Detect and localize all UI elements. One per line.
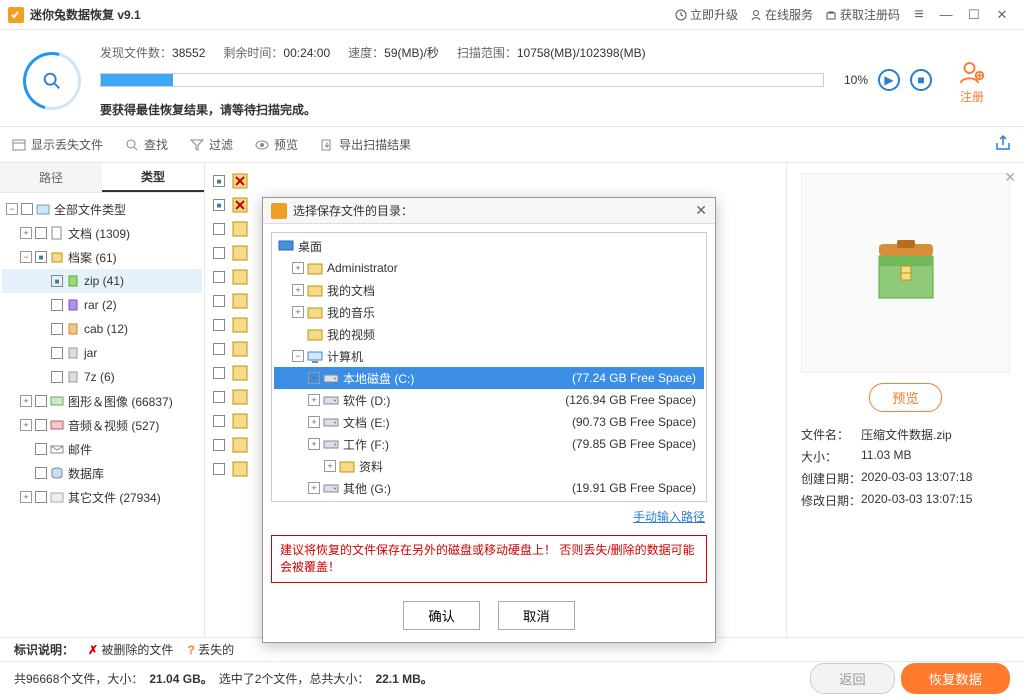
scan-progress-icon [23,52,81,110]
left-panel: 路径 类型 −全部文件类型 +文档 (1309) −档案 (61) zip (4… [0,163,205,637]
dir-drive[interactable]: +文档 (E:)(90.73 GB Free Space) [274,411,704,433]
file-size: 11.03 MB [861,448,911,465]
tree-7z[interactable]: 7z (6) [2,365,202,389]
dir-drive[interactable]: +本地磁盘 (C:)(77.24 GB Free Space) [274,367,704,389]
list-item[interactable] [213,313,261,337]
toolbar: 显示丢失文件 查找 过滤 预览 导出扫描结果 [0,127,1024,163]
type-tree: −全部文件类型 +文档 (1309) −档案 (61) zip (41) rar… [0,193,204,637]
scan-percent: 10% [834,73,868,87]
dir-music[interactable]: +我的音乐 [274,301,704,323]
recover-button[interactable]: 恢复数据 [901,663,1010,694]
tab-type[interactable]: 类型 [102,163,204,192]
save-dir-dialog: 选择保存文件的目录： ✕ 桌面 +Administrator +我的文档 +我的… [262,197,716,643]
tree-audio[interactable]: +音频＆视频 (527) [2,413,202,437]
stop-button[interactable]: ■ [910,69,932,91]
tree-zip[interactable]: zip (41) [2,269,202,293]
dialog-cancel-button[interactable]: 取消 [498,601,575,630]
warning-box: 建议将恢复的文件保存在另外的磁盘或移动硬盘上！ 否则丢失/删除的数据可能会被覆盖… [271,535,707,583]
list-item[interactable] [213,265,261,289]
dir-admin[interactable]: +Administrator [274,257,704,279]
dir-video[interactable]: 我的视频 [274,323,704,345]
tree-rar[interactable]: rar (2) [2,293,202,317]
online-service-link[interactable]: 在线服务 [750,6,813,23]
scan-progress-bar [100,73,824,87]
file-name: 压缩文件数据.zip [861,426,952,443]
dialog-icon [271,203,287,219]
scan-message: 要获得最佳恢复结果，请等待扫描完成。 [100,101,932,118]
magnifier-icon [41,70,63,92]
scan-stats: 发现文件数：38552 剩余时间：00:24:00 速度：59(MB)/秒 扫描… [100,44,932,61]
play-button[interactable]: ▶ [878,69,900,91]
list-item[interactable] [213,409,261,433]
tree-archive[interactable]: −档案 (61) [2,245,202,269]
minimize-button[interactable]: — [932,7,960,22]
file-ctime: 2020-03-03 13:07:18 [861,470,972,487]
statusbar: 共96668个文件，大小：21.04 GB。 选中了2个文件，总共大小：22.1… [0,661,1024,695]
app-title: 迷你兔数据恢复 v9.1 [30,6,141,23]
tree-mail[interactable]: 邮件 [2,437,202,461]
back-button[interactable]: 返回 [810,663,895,694]
preview-tool-button[interactable]: 预览 [255,136,298,153]
dir-folder[interactable]: +资料 [274,455,704,477]
tree-jar[interactable]: jar [2,341,202,365]
register-button[interactable]: 注册 [932,44,1012,118]
list-item[interactable] [213,217,261,241]
upgrade-link[interactable]: 立即升级 [675,6,738,23]
tree-doc[interactable]: +文档 (1309) [2,221,202,245]
dialog-title: 选择保存文件的目录： [293,202,413,219]
tree-all[interactable]: −全部文件类型 [2,197,202,221]
file-mtime: 2020-03-03 13:07:15 [861,492,972,509]
tree-other[interactable]: +其它文件 (27934) [2,485,202,509]
dialog-close-icon[interactable]: ✕ [695,202,707,219]
list-item[interactable] [213,289,261,313]
list-item[interactable] [213,361,261,385]
dir-drive[interactable]: +其他 (G:)(19.91 GB Free Space) [274,477,704,499]
close-button[interactable]: ✕ [988,7,1016,23]
find-button[interactable]: 查找 [125,136,168,153]
list-item[interactable] [213,433,261,457]
app-icon [8,7,24,23]
dir-computer[interactable]: −计算机 [274,345,704,367]
lost-mark-icon: ? [187,643,194,657]
preview-button[interactable]: 预览 [869,383,942,412]
scan-panel: 发现文件数：38552 剩余时间：00:24:00 速度：59(MB)/秒 扫描… [0,30,1024,127]
deleted-mark-icon: ✗ [88,643,98,657]
dialog-ok-button[interactable]: 确认 [403,601,480,630]
tree-image[interactable]: +图形＆图像 (66837) [2,389,202,413]
export-button[interactable]: 导出扫描结果 [320,136,411,153]
tab-path[interactable]: 路径 [0,163,102,192]
maximize-button[interactable]: ☐ [960,7,988,23]
list-item[interactable] [213,169,261,193]
dir-drive[interactable]: +工作 (F:)(79.85 GB Free Space) [274,433,704,455]
share-icon[interactable] [994,134,1012,155]
preview-panel: ✕ 预览 文件名：压缩文件数据.zip 大小：11.03 MB 创建日期：202… [786,163,1024,637]
preview-thumbnail [801,173,1010,373]
tree-db[interactable]: 数据库 [2,461,202,485]
list-item[interactable] [213,385,261,409]
titlebar: 迷你兔数据恢复 v9.1 立即升级 在线服务 获取注册码 ≡ — ☐ ✕ [0,0,1024,30]
filter-button[interactable]: 过滤 [190,136,233,153]
menu-button[interactable]: ≡ [910,6,928,24]
dir-docs[interactable]: +我的文档 [274,279,704,301]
dir-drive[interactable]: +软件 (D:)(126.94 GB Free Space) [274,389,704,411]
dir-desktop[interactable]: 桌面 [274,235,704,257]
dir-tree: 桌面 +Administrator +我的文档 +我的音乐 我的视频 −计算机 … [271,232,707,502]
manual-path-link[interactable]: 手动输入路径 [633,510,705,524]
list-item[interactable] [213,337,261,361]
list-item[interactable] [213,241,261,265]
tree-cab[interactable]: cab (12) [2,317,202,341]
show-lost-button[interactable]: 显示丢失文件 [12,136,103,153]
zip-file-icon [871,238,941,308]
get-regcode-link[interactable]: 获取注册码 [825,6,900,23]
list-item[interactable] [213,193,261,217]
list-item[interactable] [213,457,261,481]
preview-close-icon[interactable]: ✕ [1004,169,1016,186]
